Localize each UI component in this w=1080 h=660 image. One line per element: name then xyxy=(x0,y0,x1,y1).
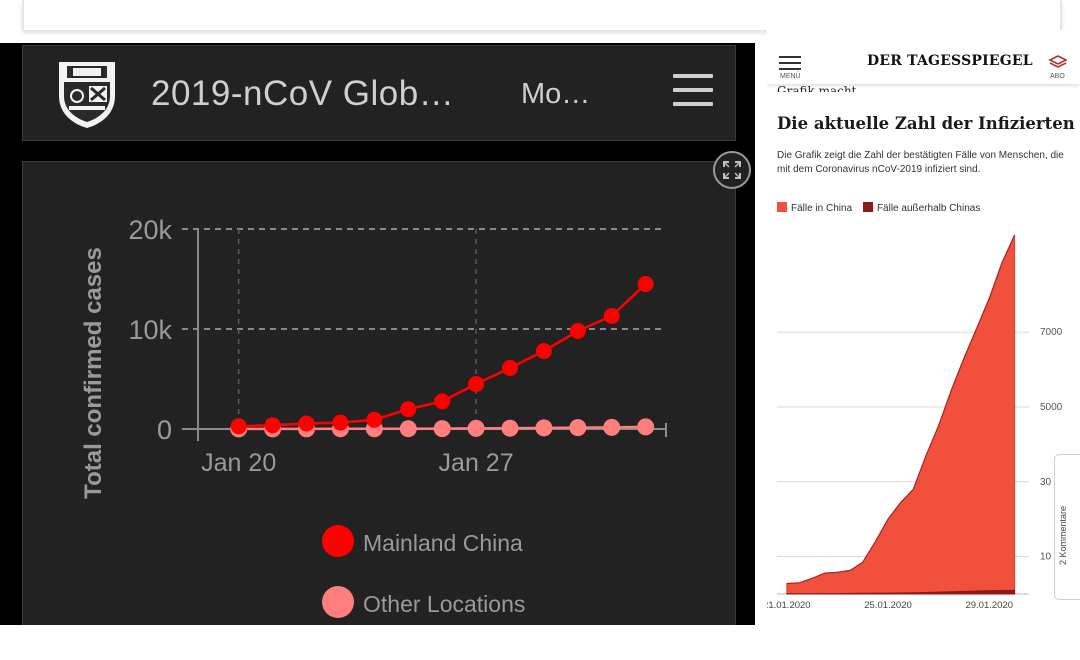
jhu-x-tick-label: Jan 27 xyxy=(439,449,514,477)
data-point-mainland-china[interactable] xyxy=(569,323,586,339)
jhu-x-ticks: Jan 20 Jan 27 xyxy=(201,449,513,477)
jhu-y-tick-label: 20k xyxy=(128,215,172,245)
data-point-other-locations[interactable] xyxy=(569,419,587,437)
ts-y-tick-label: 10 xyxy=(1040,552,1052,563)
data-point-mainland-china[interactable] xyxy=(298,415,315,432)
data-point-mainland-china[interactable] xyxy=(230,418,247,435)
jhu-x-tick-label: Jan 20 xyxy=(201,449,276,477)
data-point-mainland-china[interactable] xyxy=(502,360,518,376)
data-point-mainland-china[interactable] xyxy=(434,393,451,410)
jhu-y-ticks: 0 10k 20k xyxy=(128,215,172,445)
legend-marker-mainland-china[interactable] xyxy=(322,525,354,557)
newspaper-icon[interactable] xyxy=(1047,54,1069,70)
jhu-series xyxy=(230,276,655,438)
ts-area-chart: 10 30 5000 7000 21.01.2020 25.01.2020 29.01.2… xyxy=(767,234,1063,611)
comments-tab[interactable]: 2 Kommentare xyxy=(1054,454,1080,600)
tagesspiegel-topbar: MENÜ DER TAGESSPIEGEL ABO xyxy=(767,30,1080,84)
jhu-y-tick-label: 0 xyxy=(157,415,172,445)
abo-label[interactable]: ABO xyxy=(1050,73,1065,80)
ts-x-ticks: 21.01.2020 25.01.2020 29.01.2020 xyxy=(767,600,1013,611)
data-point-mainland-china[interactable] xyxy=(332,414,349,431)
expand-chart-button[interactable] xyxy=(713,151,751,189)
jhu-confirmed-cases-chart: Total confirmed cases 010k20k Jan 20 Jan … xyxy=(80,215,667,618)
legend-marker-other-locations[interactable] xyxy=(322,586,354,618)
data-point-other-locations[interactable] xyxy=(637,418,655,436)
ts-x-tick-label: 25.01.2020 xyxy=(864,600,912,611)
jhu-y-tick-label: 10k xyxy=(128,315,172,345)
jhu-legend: Mainland China Other Locations xyxy=(322,525,525,618)
top-card xyxy=(22,0,1062,30)
legend-label-other-locations[interactable]: Other Locations xyxy=(363,591,525,617)
comments-label[interactable]: 2 Kommentare xyxy=(1058,506,1068,565)
area-china xyxy=(786,234,1016,595)
data-point-mainland-china[interactable] xyxy=(603,308,620,324)
hamburger-menu-icon[interactable] xyxy=(779,56,801,74)
jhu-axes xyxy=(182,229,667,441)
ts-x-tick-label: 29.01.2020 xyxy=(965,600,1013,611)
data-point-mainland-china[interactable] xyxy=(264,417,281,434)
data-point-other-locations[interactable] xyxy=(433,420,451,438)
ts-y-tick-label: 5000 xyxy=(1040,402,1063,413)
data-point-other-locations[interactable] xyxy=(535,419,553,437)
jhu-dashboard-panel: 2019-nCoV Glob… Mo… Total confirmed case… xyxy=(0,43,755,625)
data-point-other-locations[interactable] xyxy=(603,418,621,436)
jhu-y-axis-label: Total confirmed cases xyxy=(80,247,107,499)
data-point-mainland-china[interactable] xyxy=(400,401,417,418)
menu-label[interactable]: MENÜ xyxy=(780,73,801,80)
data-point-mainland-china[interactable] xyxy=(366,411,383,428)
expand-icon xyxy=(723,161,741,179)
ts-y-tick-label: 30 xyxy=(1040,477,1052,488)
jhu-grid xyxy=(182,228,666,429)
data-point-other-locations[interactable] xyxy=(501,419,519,437)
data-point-mainland-china[interactable] xyxy=(468,376,485,392)
tagesspiegel-panel: MENÜ DER TAGESSPIEGEL ABO Grafik macht. … xyxy=(767,30,1080,625)
data-point-other-locations[interactable] xyxy=(467,419,485,437)
bottom-strip xyxy=(0,625,1080,660)
ts-areas xyxy=(786,234,1016,595)
ts-x-tick-label: 21.01.2020 xyxy=(767,600,811,611)
data-point-mainland-china[interactable] xyxy=(637,276,654,292)
tagesspiegel-logo[interactable]: DER TAGESSPIEGEL xyxy=(867,53,1033,69)
data-point-other-locations[interactable] xyxy=(399,420,417,438)
legend-label-mainland-china[interactable]: Mainland China xyxy=(363,530,523,556)
data-point-mainland-china[interactable] xyxy=(535,343,552,359)
ts-y-tick-label: 7000 xyxy=(1040,327,1063,338)
